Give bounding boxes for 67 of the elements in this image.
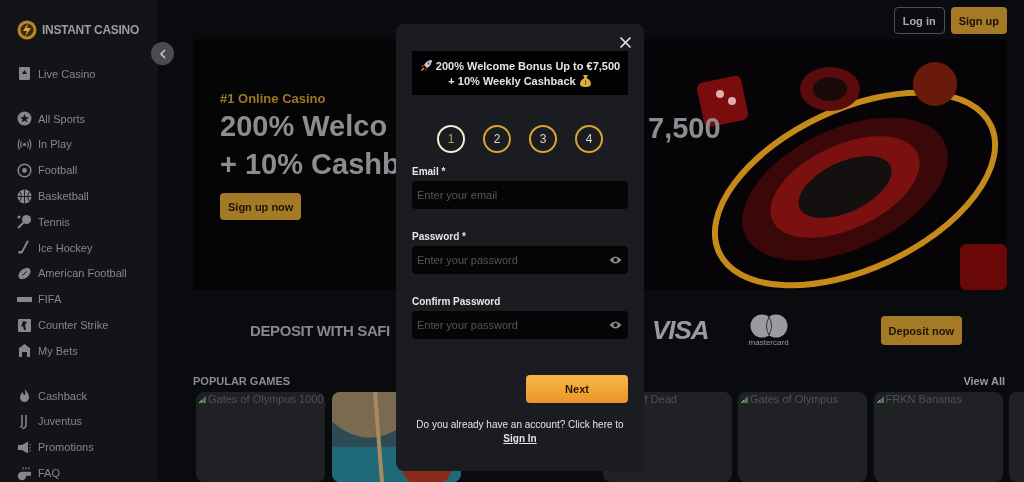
step-indicator: 1 — [437, 125, 465, 153]
step-indicator: 4 — [575, 125, 603, 153]
nav-item[interactable]: Tennis — [17, 209, 70, 235]
nav-item[interactable]: Football — [17, 157, 78, 184]
signup-button[interactable]: Sign up — [950, 7, 1007, 34]
banner-heading: 200% Welco — [220, 109, 388, 145]
rocket-icon — [419, 59, 433, 72]
nav-item[interactable]: Juventus — [17, 408, 83, 435]
broken-image-icon — [740, 394, 749, 404]
ball-icon — [17, 162, 32, 178]
password-field[interactable]: Enter your password — [412, 311, 628, 339]
step-indicator: 3 — [529, 125, 557, 153]
section-title: POPULAR GAMES — [193, 374, 291, 387]
nav-item[interactable]: My Bets — [17, 337, 78, 364]
field-label: Password * — [412, 231, 466, 242]
broadcast-icon — [17, 137, 32, 152]
banner-heading: 7,500 — [648, 112, 721, 146]
nav-item[interactable]: All Sports — [17, 105, 86, 132]
basketball-icon — [17, 188, 32, 204]
nav-item[interactable]: FIFA — [17, 286, 62, 313]
nav-item[interactable]: FAQ — [17, 460, 60, 482]
step-indicator: 2 — [483, 125, 511, 153]
logo-text: INSTANT CASINO — [42, 23, 139, 37]
banner-eyebrow: #1 Online Casino — [220, 91, 326, 107]
eye-icon[interactable] — [609, 255, 622, 265]
racket-icon — [17, 214, 32, 230]
visa-logo: VISA — [651, 315, 709, 347]
house-icon — [17, 343, 32, 359]
next-button[interactable]: Next — [526, 375, 628, 403]
login-button[interactable]: Log in — [893, 7, 945, 34]
whistle-icon — [17, 465, 32, 481]
nav-item[interactable]: Counter Strike — [17, 312, 109, 338]
nav-item[interactable]: Cashback — [17, 382, 87, 409]
field-label: Email * — [412, 166, 446, 177]
banner-heading: + 10% Cashb — [220, 147, 400, 183]
email-field[interactable]: Enter your email — [412, 181, 628, 209]
megaphone-icon — [17, 439, 32, 455]
mastercard-label: mastercard — [748, 338, 789, 348]
promo-text: + 10% Weekly Cashback — [448, 74, 576, 87]
nav-item[interactable]: Promotions — [17, 434, 94, 461]
money-bag-icon — [578, 74, 592, 87]
sign-in-link[interactable]: Sign In — [503, 433, 537, 444]
chevron-left-icon — [158, 48, 167, 59]
flame-icon — [17, 388, 32, 404]
overlapping-circles-icon — [748, 314, 789, 339]
broken-image-icon — [875, 394, 885, 404]
deposit-title: DEPOSIT WITH SAFI — [250, 322, 390, 340]
nav-item[interactable]: American Football — [17, 260, 127, 287]
hockey-stick-icon — [17, 240, 32, 256]
nav-item[interactable]: Live Casino — [17, 61, 96, 87]
promo-text: 200% Welcome Bonus Up to €7,500 — [435, 59, 621, 72]
collapse-button[interactable] — [151, 42, 174, 65]
nav-item[interactable]: Basketball — [17, 183, 89, 209]
view-all-link[interactable]: View All — [963, 374, 1005, 387]
field-label: Confirm Password — [412, 296, 501, 307]
close-icon — [619, 36, 632, 49]
nav-item[interactable]: In Play — [17, 131, 72, 158]
deposit-now-button[interactable]: Deposit now — [880, 316, 962, 346]
nav-item[interactable]: Ice Hockey — [17, 234, 93, 261]
signup-now-button[interactable]: Sign up now — [220, 193, 302, 221]
card-icon — [17, 66, 32, 82]
close-button[interactable] — [619, 36, 632, 49]
logo-icon — [17, 20, 37, 40]
password-field[interactable]: Enter your password — [412, 246, 628, 274]
rugby-ball-icon — [17, 265, 32, 281]
broken-image-icon — [198, 394, 207, 404]
eye-icon[interactable] — [609, 320, 622, 330]
